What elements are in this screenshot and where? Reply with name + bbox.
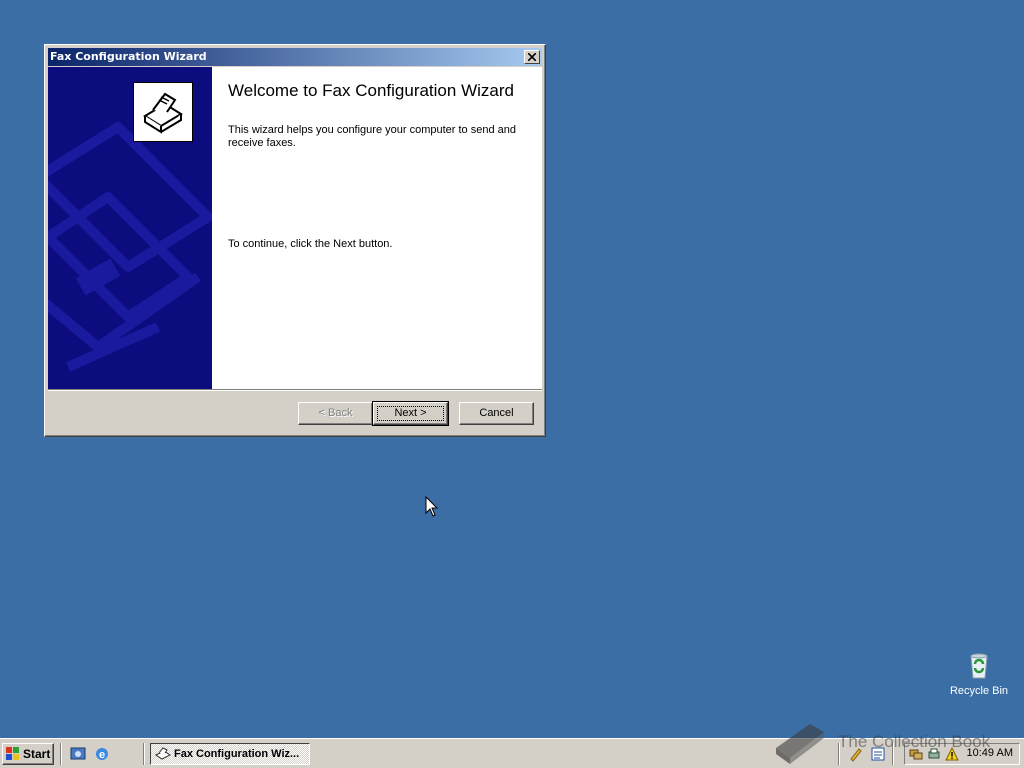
- internet-explorer-icon[interactable]: e: [94, 746, 110, 762]
- window-title: Fax Configuration Wizard: [50, 50, 207, 63]
- close-icon: [528, 53, 536, 61]
- button-separator: [48, 389, 542, 391]
- show-desktop-icon[interactable]: [70, 746, 86, 762]
- focus-rectangle: [377, 406, 444, 421]
- svg-text:e: e: [99, 749, 105, 761]
- fax-icon: [133, 82, 193, 142]
- title-bar[interactable]: Fax Configuration Wizard: [48, 48, 542, 66]
- back-button[interactable]: < Back: [298, 402, 373, 425]
- wizard-heading: Welcome to Fax Configuration Wizard: [228, 81, 514, 100]
- recycle-bin-icon: [970, 653, 988, 679]
- start-button[interactable]: Start: [2, 743, 54, 765]
- recycle-bin[interactable]: Recycle Bin: [946, 650, 1012, 697]
- taskbar-divider: [143, 743, 145, 765]
- wizard-continue-text: To continue, click the Next button.: [228, 238, 393, 250]
- start-label: Start: [23, 747, 51, 761]
- close-button[interactable]: [524, 50, 540, 64]
- watermark: The Collection Book: [772, 718, 1012, 768]
- recycle-bin-label: Recycle Bin: [949, 685, 1009, 697]
- book-logo-icon: [776, 724, 824, 764]
- cancel-button[interactable]: Cancel: [459, 402, 534, 425]
- taskbar-divider: [60, 743, 62, 765]
- taskbar-item-fax-wizard[interactable]: Fax Configuration Wiz...: [150, 743, 310, 765]
- mouse-cursor-icon: [425, 496, 439, 517]
- wizard-side-panel: [48, 67, 212, 389]
- next-button[interactable]: Next >: [372, 401, 449, 426]
- windows-flag-icon: [6, 747, 19, 760]
- watermark-text: The Collection Book: [838, 732, 991, 751]
- wizard-body: Welcome to Fax Configuration Wizard This…: [48, 67, 542, 389]
- taskbar-item-label: Fax Configuration Wiz...: [174, 748, 300, 760]
- fax-wizard-window: Fax Configuration Wizard Welcome to Fax …: [44, 44, 546, 437]
- wizard-description: This wizard helps you configure your com…: [228, 124, 516, 149]
- fax-task-icon: [155, 747, 171, 760]
